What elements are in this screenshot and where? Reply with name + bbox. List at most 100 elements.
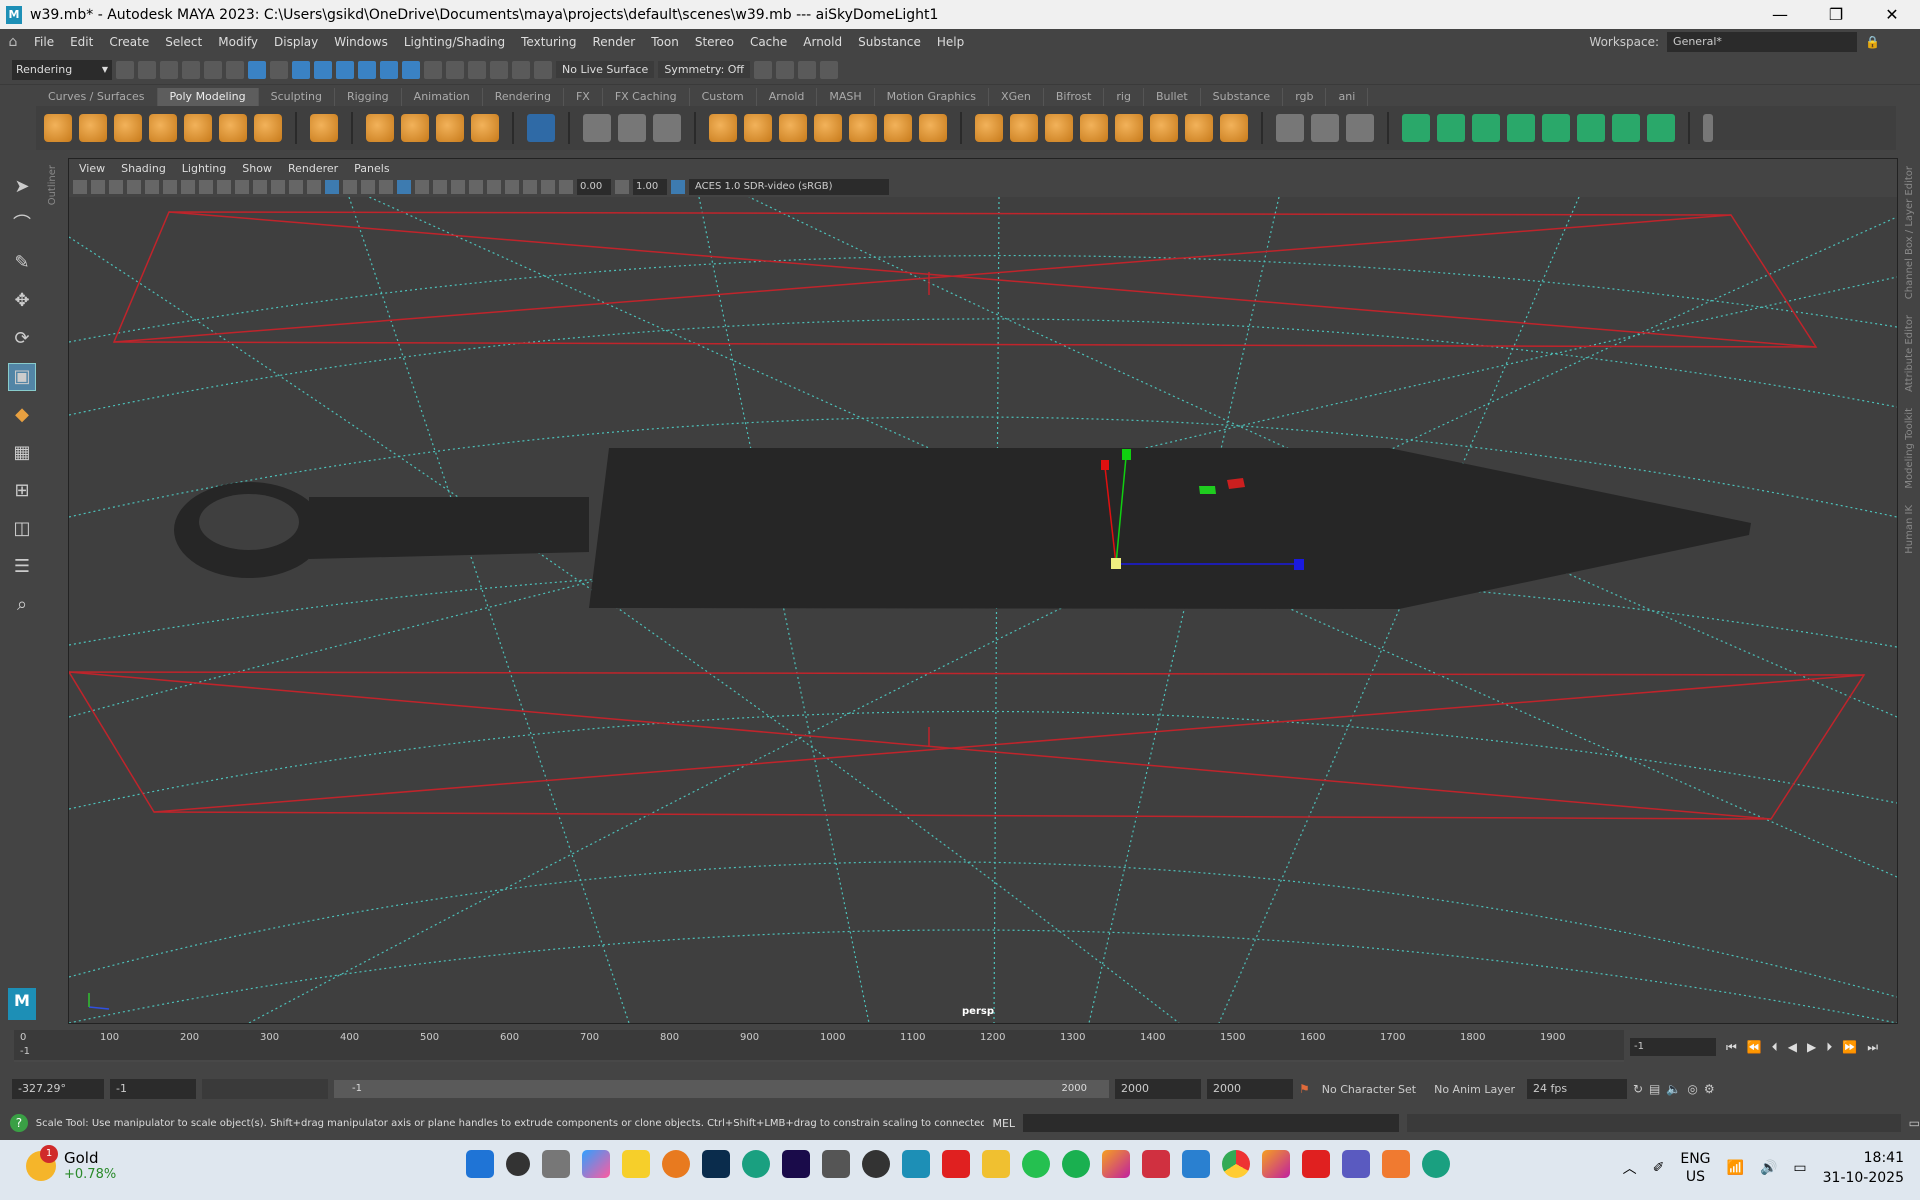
four-view-layout-icon[interactable]: ⊞ [9,478,35,504]
search-icon[interactable]: ⌕ [9,592,35,618]
image-plane-icon[interactable] [127,180,141,194]
snap-grid-icon[interactable] [292,60,310,79]
uv-editor-icon[interactable] [527,114,555,142]
render-view-icon[interactable] [754,60,773,79]
film-gate-icon[interactable] [199,180,213,194]
menu-help[interactable]: Help [929,35,972,49]
bevel-icon[interactable] [1010,114,1038,142]
time-slider[interactable]: 0 100 200 300 400 500 600 700 800 900 10… [14,1030,1624,1062]
camera-attributes-icon[interactable] [91,180,105,194]
single-perspective-layout-icon[interactable]: ▦ [9,440,35,466]
smooth-icon[interactable] [653,114,681,142]
loop-icon[interactable]: ↻ [1633,1082,1643,1096]
settings-icon[interactable]: ⚙ [1704,1082,1715,1096]
shelf-tab-fx[interactable]: FX [564,88,603,106]
tab-human-ik[interactable]: Human IK [1904,505,1915,554]
uv-automatic-icon[interactable] [1507,114,1535,142]
animation-end-field[interactable]: 2000 [1207,1079,1293,1099]
poly-sphere-icon[interactable] [44,114,72,142]
offset-edge-loop-icon[interactable] [1346,114,1374,142]
symmetry-dropdown[interactable]: Symmetry: Off [658,61,751,78]
shelf-tab-mash[interactable]: MASH [817,88,875,106]
menu-lighting-shading[interactable]: Lighting/Shading [396,35,513,49]
boolean-difference-icon[interactable] [744,114,772,142]
step-forward-key-icon[interactable]: ⏩ [1842,1040,1857,1054]
uv-planar-icon[interactable] [1402,114,1430,142]
poly-text-icon[interactable] [436,114,464,142]
pause-icon[interactable] [820,60,839,79]
save-scene-icon[interactable] [160,60,178,79]
menu-file[interactable]: File [26,35,62,49]
teams-icon[interactable] [1342,1150,1370,1178]
uv-layout-icon[interactable] [1577,114,1605,142]
smooth-shade-icon[interactable] [325,180,339,194]
xray-joints-icon[interactable] [523,180,537,194]
panel-menu-shading[interactable]: Shading [121,162,166,175]
whatsapp-icon[interactable] [1022,1150,1050,1178]
panel-menu-show[interactable]: Show [242,162,272,175]
menu-arnold[interactable]: Arnold [795,35,850,49]
separate-icon[interactable] [618,114,646,142]
platonic-solid-icon[interactable] [310,114,338,142]
menu-modify[interactable]: Modify [210,35,266,49]
snap-view-plane-icon[interactable] [358,60,376,79]
app-icon[interactable] [822,1150,850,1178]
shelf-tab-curves-surfaces[interactable]: Curves / Surfaces [36,88,158,106]
render-sequence-icon[interactable] [776,60,795,79]
script-editor-icon[interactable]: ▭ [1909,1116,1920,1130]
shelf-tab-xgen[interactable]: XGen [989,88,1044,106]
anim-layer-dropdown[interactable]: No Anim Layer [1428,1083,1521,1096]
battery-icon[interactable]: ▭ [1793,1160,1806,1176]
file-explorer-icon[interactable] [982,1150,1010,1178]
after-effects-icon[interactable] [782,1150,810,1178]
last-tool-icon[interactable]: ◆ [9,402,35,428]
poly-cube-icon[interactable] [79,114,107,142]
help-icon[interactable]: ? [10,1114,28,1132]
menu-select[interactable]: Select [157,35,210,49]
gate-mask-icon[interactable] [235,180,249,194]
shelf-tab-rgb[interactable]: rgb [1283,88,1327,106]
edge-icon[interactable] [742,1150,770,1178]
go-to-start-icon[interactable]: ⏮ [1726,1040,1737,1055]
select-tool-icon[interactable]: ➤ [9,174,35,200]
live-surface-field[interactable]: No Live Surface [556,61,655,78]
history-icon[interactable] [424,60,442,79]
menu-toon[interactable]: Toon [643,35,687,49]
multi-cut-icon[interactable] [1276,114,1304,142]
character-set-dropdown[interactable]: No Character Set [1316,1083,1422,1096]
restore-button[interactable]: ❐ [1808,0,1864,29]
new-scene-icon[interactable] [116,60,134,79]
menu-render[interactable]: Render [585,35,644,49]
language-indicator[interactable]: ENG US [1680,1150,1710,1186]
chrome-icon[interactable] [1222,1150,1250,1178]
clock[interactable]: 18:41 31-10-2025 [1823,1148,1904,1188]
shelf-tab-sculpting[interactable]: Sculpting [259,88,335,106]
two-d-pan-icon[interactable] [145,180,159,194]
exposure-field[interactable]: 0.00 [577,179,611,195]
shelf-tab-rig[interactable]: rig [1104,88,1144,106]
combine-icon[interactable] [583,114,611,142]
uv-cut-icon[interactable] [1612,114,1640,142]
ipr-render-icon[interactable] [490,60,508,79]
copilot-icon[interactable] [582,1150,610,1178]
app-icon[interactable] [1382,1150,1410,1178]
shelf-tab-poly-modeling[interactable]: Poly Modeling [157,88,259,106]
play-forward-icon[interactable]: ▶ [1807,1040,1816,1054]
current-frame-field[interactable]: -1 [1630,1038,1716,1056]
outliner-layout-icon[interactable]: ☰ [9,554,35,580]
steam-icon[interactable] [862,1150,890,1178]
outliner-tab[interactable]: Outliner [47,165,58,205]
poly-cone-icon[interactable] [149,114,177,142]
super-shape-icon[interactable] [366,114,394,142]
xray-components-icon[interactable] [541,180,555,194]
collapse-icon[interactable] [1150,114,1178,142]
bookmark-icon[interactable] [109,180,123,194]
svg-icon[interactable] [471,114,499,142]
tab-modeling-toolkit[interactable]: Modeling Toolkit [1904,408,1915,489]
script-language-toggle[interactable]: MEL [992,1117,1015,1130]
undo-icon[interactable] [182,60,200,79]
poly-cylinder-icon[interactable] [114,114,142,142]
auto-key-icon[interactable]: ⚑ [1299,1082,1310,1096]
snap-point-icon[interactable] [336,60,354,79]
safe-title-icon[interactable] [289,180,303,194]
